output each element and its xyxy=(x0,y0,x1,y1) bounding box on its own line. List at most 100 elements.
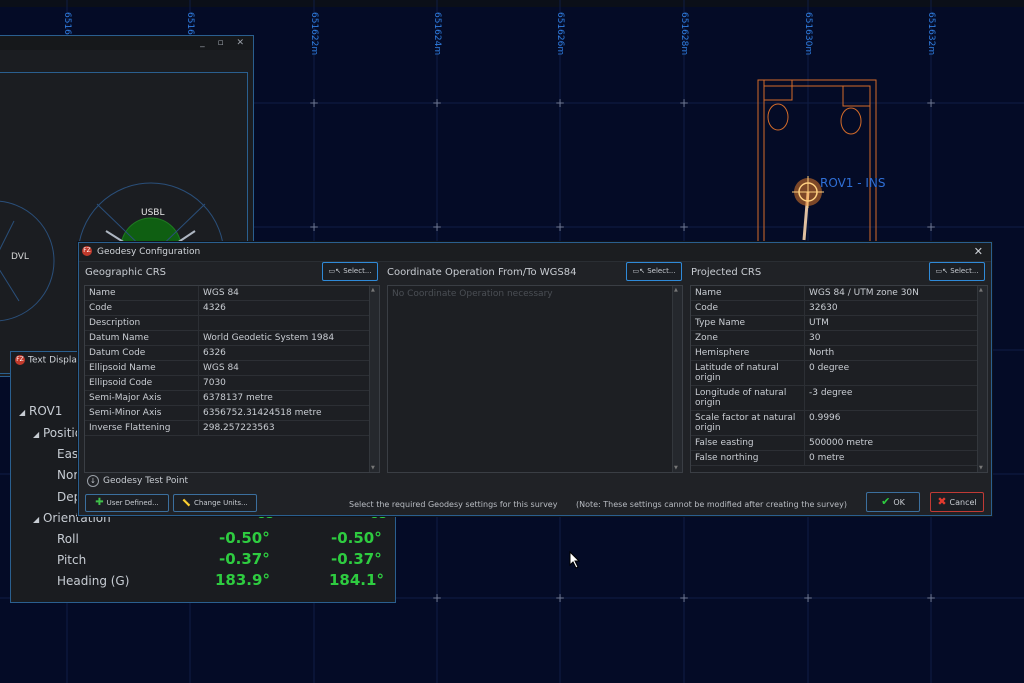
tree-roll: Roll xyxy=(57,532,79,546)
table-row: Datum Code 6326 xyxy=(85,345,370,361)
no-operation-message: No Coordinate Operation necessary xyxy=(392,289,553,299)
svg-text:+: + xyxy=(432,96,442,110)
table-row: Ellipsoid Code 7030 xyxy=(85,375,370,391)
geographic-crs-title: Geographic CRS xyxy=(85,267,167,278)
dvl-label: DVL xyxy=(11,252,29,262)
heading-value: 183.9° xyxy=(215,571,270,589)
table-row: Name WGS 84 xyxy=(85,286,370,301)
grid-label: 651622m xyxy=(309,12,319,56)
checkmark-icon: ✔ xyxy=(881,495,891,508)
table-row: Name WGS 84 / UTM zone 30N xyxy=(691,286,978,301)
scrollbar[interactable] xyxy=(369,286,379,472)
svg-text:+: + xyxy=(679,220,689,234)
mouse-cursor-icon xyxy=(569,551,581,569)
table-row: False easting 500000 metre xyxy=(691,435,978,451)
geographic-crs-panel[interactable]: Name WGS 84 Code 4326 Description Datum Na… xyxy=(84,285,380,473)
table-row: Semi-Minor Axis 6356752.31424518 metre xyxy=(85,405,370,421)
table-row: Description xyxy=(85,315,370,331)
ok-button[interactable]: ✔ OK xyxy=(866,492,920,512)
projected-crs-title: Projected CRS xyxy=(691,267,762,278)
svg-text:+: + xyxy=(679,591,689,605)
sensor-window-titlebar[interactable]: _ ▫ ✕ xyxy=(0,36,253,50)
select-icon: ▭↖ xyxy=(935,267,948,275)
table-row: Semi-Major Axis 6378137 metre xyxy=(85,390,370,406)
tree-heading: Heading (G) xyxy=(57,574,130,588)
plus-icon: ✚ xyxy=(95,497,104,508)
table-row: Longitude of natural origin -3 degree xyxy=(691,385,978,411)
grid-label: 651628m xyxy=(679,12,689,56)
table-row: Latitude of natural origin 0 degree xyxy=(691,360,978,386)
table-row: Datum Name World Geodetic System 1984 xyxy=(85,330,370,346)
svg-text:+: + xyxy=(309,220,319,234)
grid-label: 6516 xyxy=(185,12,195,35)
tree-pitch: Pitch xyxy=(57,553,87,567)
svg-text:+: + xyxy=(926,96,936,110)
geodesy-dialog[interactable]: FZ Geodesy Configuration ✕ Geographic CR… xyxy=(78,242,992,516)
pitch-value: -0.37° xyxy=(331,550,382,568)
dialog-title: Geodesy Configuration xyxy=(97,247,201,257)
table-row: Hemisphere North xyxy=(691,345,978,361)
svg-text:+: + xyxy=(432,220,442,234)
geographic-crs-table: Name WGS 84 Code 4326 Description Datum Na… xyxy=(85,286,370,436)
close-icon: ✖ xyxy=(937,495,947,508)
svg-text:+: + xyxy=(555,220,565,234)
roll-value: -0.50° xyxy=(331,529,382,547)
grid-label: 651632m xyxy=(926,12,936,56)
scrollbar[interactable] xyxy=(672,286,682,472)
table-row: Inverse Flattening 298.257223563 xyxy=(85,420,370,436)
app-logo-icon: FZ xyxy=(82,246,92,256)
table-row: Code 4326 xyxy=(85,300,370,316)
table-row: Scale factor at natural origin 0.9996 xyxy=(691,410,978,436)
pitch-value: -0.37° xyxy=(219,550,270,568)
coordinate-operation-title: Coordinate Operation From/To WGS84 xyxy=(387,267,577,278)
table-row: Code 32630 xyxy=(691,300,978,316)
usbl-label: USBL xyxy=(141,208,165,218)
ruler-icon: 📏 xyxy=(182,499,192,507)
svg-text:+: + xyxy=(309,96,319,110)
svg-text:+: + xyxy=(803,591,813,605)
select-icon: ▭↖ xyxy=(632,267,645,275)
rov-label[interactable]: ROV1 - INS xyxy=(820,176,886,190)
collapse-triangle-icon: ◢ xyxy=(33,430,40,439)
svg-text:+: + xyxy=(555,591,565,605)
window-controls[interactable]: _ ▫ ✕ xyxy=(200,38,249,48)
projected-crs-table: Name WGS 84 / UTM zone 30N Code 32630 Type… xyxy=(691,286,978,466)
text-display-title: FZ Text Display xyxy=(15,355,83,366)
collapse-triangle-icon: ◢ xyxy=(19,408,26,417)
tree-root[interactable]: ◢ ROV1 xyxy=(19,404,62,418)
grid-label: 651630m xyxy=(803,12,813,56)
roll-value: -0.50° xyxy=(219,529,270,547)
geographic-select-button[interactable]: ▭↖ Select... xyxy=(322,262,378,281)
cancel-button[interactable]: ✖ Cancel xyxy=(930,492,984,512)
grid-label: 651626m xyxy=(555,12,565,56)
svg-text:+: + xyxy=(555,96,565,110)
table-row: False northing 0 metre xyxy=(691,450,978,466)
change-units-button[interactable]: 📏 Change Units... xyxy=(173,494,257,512)
grid-label: 651624m xyxy=(432,12,442,56)
user-defined-button[interactable]: ✚ User Defined... xyxy=(85,494,169,512)
heading-value: 184.1° xyxy=(329,571,384,589)
select-icon: ▭↖ xyxy=(328,267,341,275)
table-row: Ellipsoid Name WGS 84 xyxy=(85,360,370,376)
note-text: (Note: These settings cannot be modified… xyxy=(576,500,847,509)
instruction-text: Select the required Geodesy settings for… xyxy=(349,500,558,509)
table-row: Type Name UTM xyxy=(691,315,978,331)
svg-text:+: + xyxy=(926,220,936,234)
app-logo-icon: FZ xyxy=(15,355,25,365)
svg-text:+: + xyxy=(432,591,442,605)
expand-down-icon: ↓ xyxy=(87,475,99,487)
coordinate-operation-panel[interactable]: No Coordinate Operation necessary xyxy=(387,285,683,473)
tree-position[interactable]: ◢ Positio xyxy=(33,426,82,440)
svg-text:+: + xyxy=(679,96,689,110)
table-row: Zone 30 xyxy=(691,330,978,346)
scrollbar[interactable] xyxy=(977,286,987,472)
projected-select-button[interactable]: ▭↖ Select... xyxy=(929,262,985,281)
close-icon[interactable]: ✕ xyxy=(974,245,983,258)
coordinate-op-select-button[interactable]: ▭↖ Select... xyxy=(626,262,682,281)
projected-crs-panel[interactable]: Name WGS 84 / UTM zone 30N Code 32630 Type… xyxy=(690,285,988,473)
collapse-triangle-icon: ◢ xyxy=(33,515,40,524)
geodesy-test-point-toggle[interactable]: ↓ Geodesy Test Point xyxy=(87,475,188,487)
svg-text:+: + xyxy=(926,591,936,605)
dialog-titlebar[interactable]: FZ Geodesy Configuration ✕ xyxy=(79,243,991,262)
grid-label: 6516 xyxy=(62,12,72,35)
